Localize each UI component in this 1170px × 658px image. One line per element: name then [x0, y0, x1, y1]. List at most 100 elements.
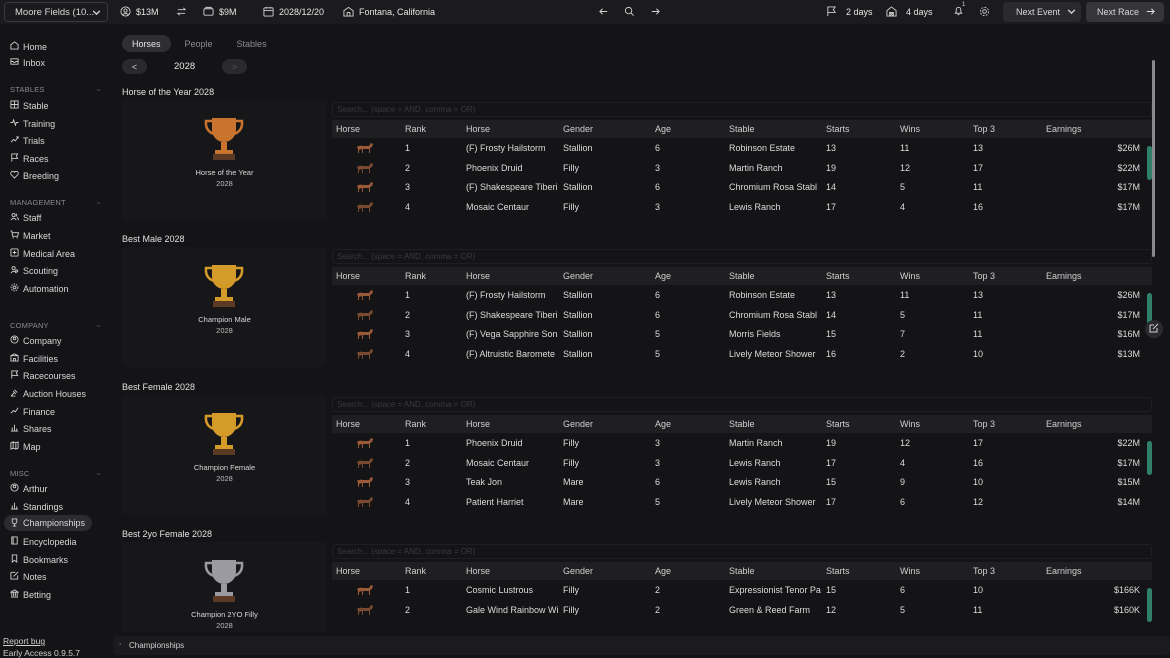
sidebar-header-company[interactable]: COMPANY ⌄	[10, 320, 102, 330]
table-scrollbar[interactable]	[1147, 441, 1152, 475]
column-header[interactable]: Top 3	[973, 566, 995, 576]
column-header[interactable]: Stable	[729, 124, 755, 134]
scrollbar[interactable]	[1152, 60, 1155, 257]
column-header[interactable]: Earnings	[1046, 124, 1082, 134]
next-event-button[interactable]: Next Event	[1003, 2, 1081, 22]
column-header[interactable]: Rank	[405, 271, 426, 281]
column-header[interactable]: Gender	[563, 419, 593, 429]
table-row[interactable]: 2 Phoenix Druid Filly 3 Martin Ranch 19 12 17 $2…	[332, 158, 1144, 178]
gear-icon[interactable]	[979, 6, 990, 17]
table-row[interactable]: 3 Teak Jon Mare 6 Lewis Ranch 15 9 10 $15M	[332, 472, 1144, 492]
sidebar-item-map[interactable]: Map	[10, 440, 41, 453]
sidebar-header-stables[interactable]: STABLES ⌄	[10, 84, 102, 94]
trophy-card[interactable]: Champion 2YO Filly 2028	[122, 542, 327, 632]
table-row[interactable]: 3 (F) Shakespeare Tiberi Stallion 6 Chromium…	[332, 177, 1144, 197]
horse-name-cell[interactable]: Teak Jon	[466, 477, 559, 487]
table-row[interactable]: 1 Phoenix Druid Filly 3 Martin Ranch 19 12 17 $2…	[332, 433, 1144, 453]
trophy-card[interactable]: Champion Female 2028	[122, 395, 327, 515]
sidebar-header-misc[interactable]: MISC ⌄	[10, 468, 102, 478]
stable-cell[interactable]: Chromium Rosa Stabl	[729, 310, 821, 320]
search-input[interactable]: Search... (space = AND, comma = OR)	[332, 397, 1152, 412]
column-header[interactable]: Age	[655, 419, 671, 429]
stable-cell[interactable]: Lively Meteor Shower	[729, 349, 821, 359]
column-header[interactable]: Starts	[826, 124, 850, 134]
table-row[interactable]: 2 Mosaic Centaur Filly 3 Lewis Ranch 17 4 16 $17…	[332, 453, 1144, 473]
column-header[interactable]: Stable	[729, 566, 755, 576]
sidebar-item-breeding[interactable]: Breeding	[10, 169, 59, 182]
sidebar-item-staff[interactable]: Staff	[10, 211, 41, 224]
column-header[interactable]: Wins	[900, 271, 920, 281]
column-header[interactable]: Top 3	[973, 419, 995, 429]
column-header[interactable]: Earnings	[1046, 419, 1082, 429]
stable-cell[interactable]: Martin Ranch	[729, 438, 821, 448]
sidebar-item-training[interactable]: Training	[10, 117, 55, 130]
trophy-card[interactable]: Champion Male 2028	[122, 247, 327, 367]
sidebar-item-trials[interactable]: Trials	[10, 134, 45, 147]
money-balance[interactable]: $13M	[120, 6, 159, 17]
forward-arrow-icon[interactable]	[650, 6, 661, 17]
column-header[interactable]: Horse	[466, 419, 490, 429]
table-row[interactable]: 2 Gale Wind Rainbow Wi Filly 2 Green & Reed …	[332, 600, 1144, 620]
sidebar-header-management[interactable]: MANAGEMENT ⌄	[10, 197, 102, 207]
column-header[interactable]: Horse	[336, 124, 360, 134]
horse-name-cell[interactable]: (F) Frosty Hailstorm	[466, 143, 559, 153]
search-icon[interactable]	[624, 6, 635, 17]
stable-cell[interactable]: Martin Ranch	[729, 163, 821, 173]
column-header[interactable]: Wins	[900, 566, 920, 576]
sidebar-item-shares[interactable]: Shares	[10, 422, 52, 435]
trophy-card[interactable]: Horse of the Year 2028	[122, 100, 327, 220]
stable-selector[interactable]: Moore Fields (10...	[4, 2, 108, 22]
column-header[interactable]: Starts	[826, 419, 850, 429]
sidebar-item-inbox[interactable]: Inbox	[10, 56, 45, 69]
stable-cell[interactable]: Robinson Estate	[729, 290, 821, 300]
search-input[interactable]: Search... (space = AND, comma = OR)	[332, 544, 1152, 559]
horse-name-cell[interactable]: (F) Vega Sapphire Son	[466, 329, 559, 339]
sidebar-item-market[interactable]: Market	[10, 229, 51, 242]
sidebar-item-facilities[interactable]: Facilities	[10, 352, 58, 365]
sidebar-item-home[interactable]: Home	[10, 40, 47, 53]
table-row[interactable]: 1 (F) Frosty Hailstorm Stallion 6 Robinson E…	[332, 138, 1144, 158]
column-header[interactable]: Gender	[563, 271, 593, 281]
sidebar-item-championships[interactable]: Championships	[4, 515, 92, 531]
back-arrow-icon[interactable]	[598, 6, 609, 17]
column-header[interactable]: Earnings	[1046, 271, 1082, 281]
stable-cell[interactable]: Morris Fields	[729, 329, 821, 339]
horse-name-cell[interactable]: (F) Frosty Hailstorm	[466, 290, 559, 300]
next-year-button[interactable]: >	[222, 59, 247, 74]
horse-name-cell[interactable]: Patient Harriet	[466, 497, 559, 507]
prev-year-button[interactable]: <	[122, 59, 147, 74]
game-date[interactable]: 2028/12/20	[263, 6, 324, 17]
horse-name-cell[interactable]: (F) Altruistic Baromete	[466, 349, 559, 359]
sidebar-item-finance[interactable]: Finance	[10, 405, 55, 418]
stable-cell[interactable]: Robinson Estate	[729, 143, 821, 153]
sidebar-item-encyclopedia[interactable]: Encyclopedia	[10, 535, 77, 548]
column-header[interactable]: Stable	[729, 419, 755, 429]
horse-name-cell[interactable]: (F) Shakespeare Tiberi	[466, 310, 559, 320]
horse-name-cell[interactable]: Gale Wind Rainbow Wi	[466, 605, 559, 615]
stable-cell[interactable]: Expressionist Tenor Pa	[729, 585, 821, 595]
tab-people[interactable]: People	[175, 35, 223, 52]
horse-name-cell[interactable]: (F) Shakespeare Tiberi	[466, 182, 559, 192]
stable-cell[interactable]: Lively Meteor Shower	[729, 497, 821, 507]
search-input[interactable]: Search... (space = AND, comma = OR)	[332, 249, 1152, 264]
stable-cell[interactable]: Green & Reed Farm	[729, 605, 821, 615]
sidebar-item-auction-houses[interactable]: Auction Houses	[10, 387, 86, 400]
table-row[interactable]: 4 (F) Altruistic Baromete Stallion 5 Lively …	[332, 344, 1144, 364]
location[interactable]: Fontana, California	[343, 6, 435, 17]
sidebar-item-races[interactable]: Races	[10, 152, 49, 165]
stable-cell[interactable]: Chromium Rosa Stabl	[729, 182, 821, 192]
column-header[interactable]: Rank	[405, 419, 426, 429]
sidebar-item-racecourses[interactable]: Racecourses	[10, 369, 76, 382]
column-header[interactable]: Stable	[729, 271, 755, 281]
transfer-arrows-icon[interactable]	[176, 6, 187, 17]
sidebar-item-automation[interactable]: Automation	[10, 282, 69, 295]
column-header[interactable]: Horse	[466, 271, 490, 281]
tab-stables[interactable]: Stables	[227, 35, 277, 52]
column-header[interactable]: Earnings	[1046, 566, 1082, 576]
sidebar-item-bookmarks[interactable]: Bookmarks	[10, 553, 68, 566]
column-header[interactable]: Age	[655, 566, 671, 576]
sidebar-item-betting[interactable]: Betting	[9, 588, 51, 601]
horse-name-cell[interactable]: Phoenix Druid	[466, 438, 559, 448]
sidebar-item-standings[interactable]: Standings	[10, 500, 63, 513]
next-race-button[interactable]: Next Race	[1086, 2, 1164, 22]
